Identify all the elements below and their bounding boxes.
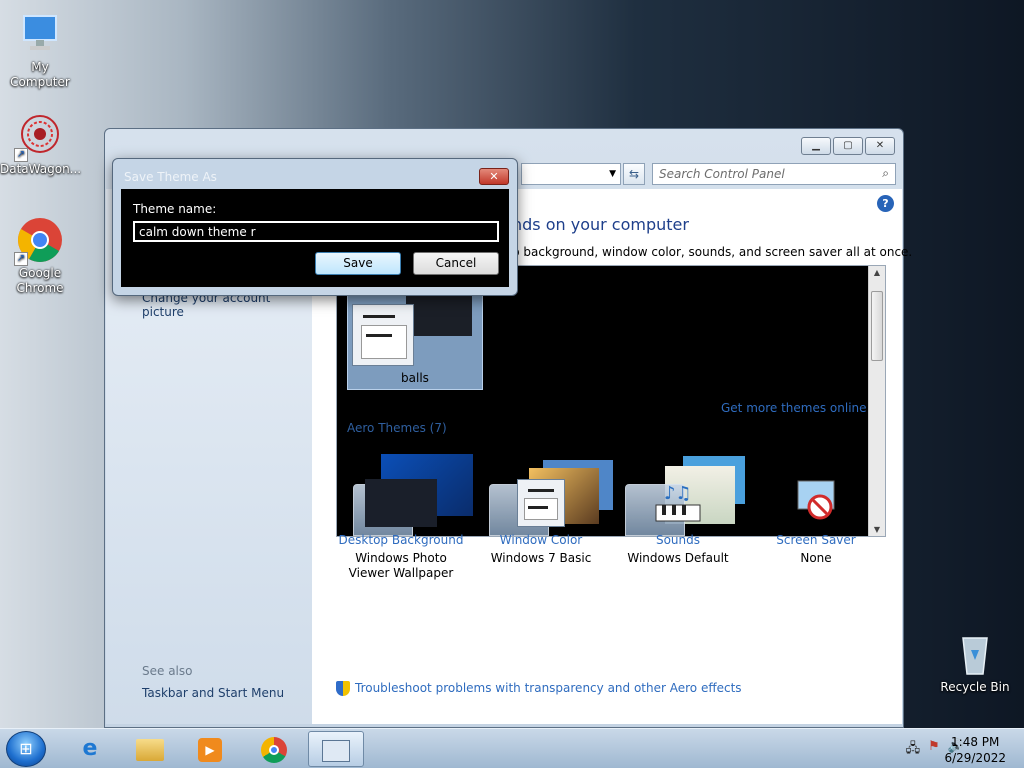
taskbar: ⊞ e ▶ 🖧 ⚑ 🔊 1:48 PM 6/29/2022 [0, 728, 1024, 768]
refresh-button[interactable]: ⇆ [623, 163, 645, 185]
sounds-icon: ♪♫ [642, 479, 714, 527]
search-icon[interactable]: ⌕ [882, 166, 889, 181]
get-more-themes-link[interactable]: Get more themes online [721, 401, 867, 415]
computer-icon [16, 10, 64, 58]
shortcut-arrow-icon: ↗ [14, 252, 28, 266]
scrollbar-thumb[interactable] [871, 291, 883, 361]
page-subtitle: p background, window color, sounds, and … [512, 245, 913, 259]
theme-item-selected[interactable]: balls [347, 293, 483, 390]
help-icon[interactable]: ? [877, 195, 894, 212]
recycle-bin-icon [951, 630, 999, 678]
desktop-icon-label: DataWagon... [0, 162, 82, 176]
screen-saver-item[interactable]: Screen Saver None [751, 479, 881, 566]
desktop-icon-google-chrome[interactable]: ↗ Google Chrome [0, 216, 80, 296]
start-button[interactable]: ⊞ [6, 731, 46, 767]
clock[interactable]: 1:48 PM 6/29/2022 [944, 734, 1006, 766]
chrome-icon [261, 736, 287, 763]
shield-icon [336, 681, 350, 696]
taskbar-internet-explorer[interactable]: e [62, 731, 118, 767]
desktop-background-item[interactable]: Desktop Background Windows Photo Viewer … [336, 479, 466, 581]
taskbar-start-menu-link[interactable]: Taskbar and Start Menu [142, 686, 284, 700]
page-title: nds on your computer [512, 215, 689, 234]
clock-date: 6/29/2022 [944, 751, 1006, 765]
sounds-link[interactable]: Sounds [613, 533, 743, 547]
desktop-icon-datawagon[interactable]: ↗ DataWagon... [0, 112, 82, 177]
theme-item-label: balls [401, 371, 429, 385]
desktop-icon-label: My Computer [10, 60, 70, 89]
dialog-title: Save Theme As [124, 170, 217, 184]
svg-text:♪♫: ♪♫ [664, 483, 692, 504]
theme-wallpaper-preview [406, 296, 472, 336]
sounds-item[interactable]: ♪♫ Sounds Windows Default [613, 479, 743, 566]
dialog-body: Theme name: Save Cancel [121, 189, 509, 287]
minimize-button[interactable]: ▁ [801, 137, 831, 155]
scroll-up-icon[interactable]: ▲ [869, 268, 885, 277]
aero-themes-heading: Aero Themes (7) [347, 421, 447, 435]
troubleshoot-link-text: Troubleshoot problems with transparency … [355, 681, 742, 695]
taskbar-media-player[interactable]: ▶ [182, 731, 238, 767]
dialog-close-button[interactable]: ✕ [479, 168, 509, 185]
save-button[interactable]: Save [315, 252, 401, 275]
media-player-icon: ▶ [198, 737, 222, 762]
screen-saver-value: None [800, 551, 832, 565]
chrome-icon: ↗ [14, 216, 64, 266]
internet-explorer-icon: e [82, 736, 98, 761]
desktop-icon-recycle-bin[interactable]: Recycle Bin [935, 630, 1015, 695]
window-color-preview [352, 304, 414, 366]
see-also-heading: See also [142, 664, 193, 678]
action-center-flag-icon[interactable]: ⚑ [928, 739, 940, 761]
cancel-button[interactable]: Cancel [413, 252, 499, 275]
troubleshoot-link[interactable]: Troubleshoot problems with transparency … [336, 681, 742, 696]
desktop-background-icon [365, 479, 437, 527]
address-dropdown-button[interactable]: ▼ [521, 163, 621, 185]
window-color-item[interactable]: Window Color Windows 7 Basic [476, 479, 606, 566]
control-panel-icon [322, 739, 350, 762]
maximize-button[interactable]: ▢ [833, 137, 863, 155]
desktop-background-link[interactable]: Desktop Background [336, 533, 466, 547]
window-color-link[interactable]: Window Color [476, 533, 606, 547]
sounds-value: Windows Default [627, 551, 729, 565]
search-placeholder: Search Control Panel [659, 167, 785, 181]
window-color-value: Windows 7 Basic [490, 551, 592, 565]
desktop-icon-label: Recycle Bin [940, 680, 1010, 694]
datawagon-icon: ↗ [14, 112, 64, 162]
taskbar-explorer[interactable] [122, 731, 178, 767]
folder-icon [136, 738, 164, 761]
window-caption-buttons: ▁ ▢ ✕ [801, 137, 895, 155]
taskbar-control-panel[interactable] [308, 731, 364, 767]
search-input[interactable]: Search Control Panel ⌕ [652, 163, 896, 185]
shortcut-arrow-icon: ↗ [14, 148, 28, 162]
desktop-icon-label: Google Chrome [16, 266, 64, 295]
desktop-icon-my-computer[interactable]: My Computer [0, 10, 80, 90]
screen-saver-icon [780, 479, 852, 527]
theme-name-input[interactable] [133, 221, 499, 242]
window-color-icon [517, 479, 565, 527]
desktop-background-value: Windows Photo Viewer Wallpaper [348, 551, 454, 580]
taskbar-chrome[interactable] [246, 731, 302, 767]
close-button[interactable]: ✕ [865, 137, 895, 155]
network-icon[interactable]: 🖧 [906, 739, 921, 761]
save-theme-dialog: Save Theme As ✕ Theme name: Save Cancel [112, 158, 518, 296]
clock-time: 1:48 PM [951, 735, 1000, 749]
screen-saver-link[interactable]: Screen Saver [751, 533, 881, 547]
theme-name-label: Theme name: [133, 202, 217, 216]
